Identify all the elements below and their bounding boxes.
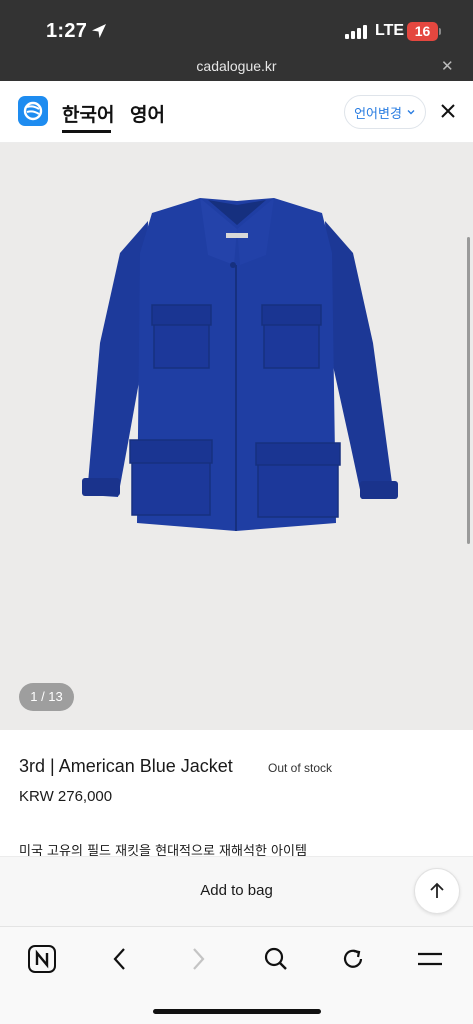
language-change-button[interactable]: 언어변경: [344, 95, 426, 129]
scrollbar[interactable]: [467, 237, 470, 544]
status-time: 1:27: [46, 20, 88, 42]
chevron-down-icon: [407, 110, 415, 115]
product-title: 3rd | American Blue Jacket: [19, 756, 233, 776]
site-logo[interactable]: [18, 96, 48, 126]
hamburger-menu-icon: [418, 952, 442, 966]
search-icon: [264, 947, 287, 970]
battery-icon: 16: [407, 22, 438, 41]
chevron-left-icon: [113, 948, 125, 970]
site-header: 한국어 영어 언어변경: [0, 81, 473, 143]
chevron-right-icon: [193, 948, 205, 970]
active-tab-indicator: [62, 130, 111, 133]
image-counter: 1 / 13: [19, 683, 74, 711]
reload-icon: [343, 949, 363, 968]
language-change-label: 언어변경: [354, 106, 402, 122]
battery-tip: [439, 28, 441, 35]
product-image[interactable]: [0, 143, 473, 730]
location-arrow-icon: [92, 24, 106, 38]
network-type: LTE: [375, 22, 405, 39]
naver-icon: [28, 945, 56, 973]
url-bar[interactable]: cadalogue.kr: [0, 58, 473, 74]
menu-button[interactable]: [410, 939, 450, 979]
signal-icon: [345, 25, 367, 39]
jacket-image: [82, 198, 398, 531]
back-button[interactable]: [100, 939, 140, 979]
reload-button[interactable]: [333, 939, 373, 979]
close-icon[interactable]: [440, 103, 456, 119]
add-to-bag-button[interactable]: Add to bag: [0, 882, 473, 899]
naver-home-button[interactable]: [22, 939, 62, 979]
add-to-bag-bar: Add to bag: [0, 856, 473, 926]
product-price: KRW 276,000: [19, 788, 113, 805]
arrow-up-icon: [430, 882, 444, 898]
home-indicator: [153, 1009, 321, 1014]
tab-korean[interactable]: 한국어: [62, 100, 114, 127]
close-tab-icon[interactable]: ✕: [441, 57, 454, 75]
search-button[interactable]: [256, 939, 296, 979]
tab-english[interactable]: 영어: [130, 100, 165, 127]
forward-button[interactable]: [178, 939, 218, 979]
browser-toolbar: [0, 926, 473, 1024]
scroll-to-top-button[interactable]: [414, 868, 460, 914]
browser-top-bar: 1:27 LTE 16 cadalogue.kr ✕: [0, 0, 473, 81]
stock-status: Out of stock: [268, 761, 333, 775]
logo-icon: [23, 101, 43, 121]
